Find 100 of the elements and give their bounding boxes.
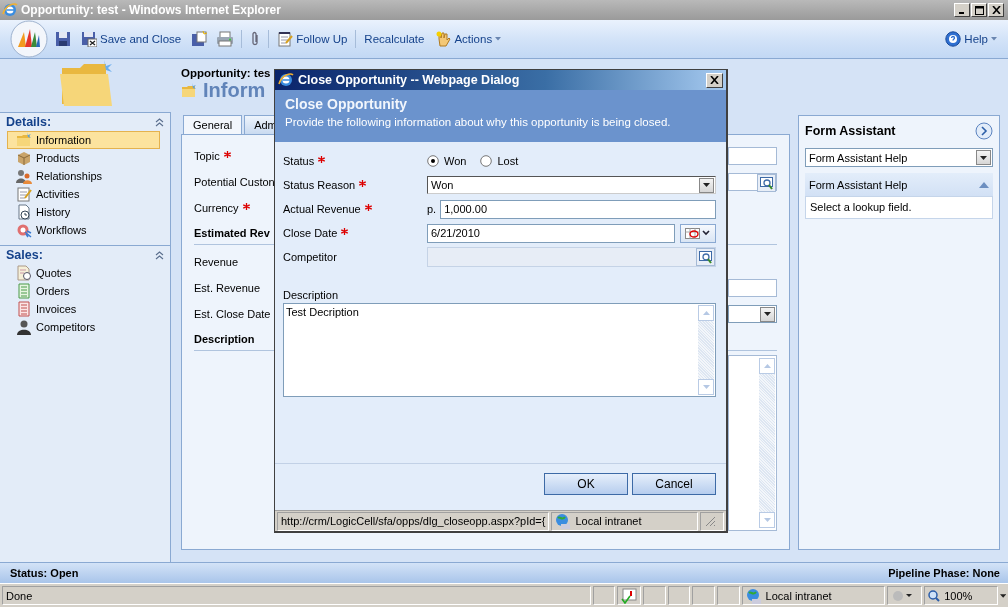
nav-item[interactable]: Orders bbox=[7, 282, 160, 300]
record-status: Status: Open bbox=[10, 567, 79, 579]
date-field[interactable] bbox=[728, 305, 777, 323]
security-icon bbox=[890, 589, 913, 602]
help-button[interactable]: Help bbox=[942, 29, 1000, 49]
box-icon bbox=[16, 150, 32, 166]
field-label: Close Date bbox=[283, 227, 338, 239]
browser-icon bbox=[2, 2, 18, 18]
collapse-button[interactable] bbox=[155, 250, 164, 260]
page-heading: Inform bbox=[203, 79, 266, 102]
dialog-button[interactable]: Cancel bbox=[632, 473, 716, 495]
field-label: Potential Custon bbox=[194, 176, 275, 188]
status-text: Done bbox=[2, 586, 591, 605]
toolbar-button[interactable]: Save and Close bbox=[78, 29, 185, 49]
field-label: Revenue bbox=[194, 256, 239, 268]
tab[interactable]: General bbox=[183, 115, 243, 134]
dropdown-button[interactable] bbox=[699, 177, 714, 193]
person-icon bbox=[16, 319, 32, 335]
save-button[interactable] bbox=[53, 29, 73, 49]
nav-item[interactable]: Products bbox=[7, 149, 160, 167]
window-title: Opportunity: test - Windows Internet Explorer bbox=[21, 3, 282, 17]
field-label: Status bbox=[283, 155, 315, 167]
zone-label: Local intranet bbox=[765, 589, 832, 602]
document-icon bbox=[16, 283, 32, 299]
popup-icon bbox=[621, 587, 638, 604]
lookup-field[interactable] bbox=[728, 173, 777, 191]
radio-button[interactable] bbox=[427, 155, 439, 167]
zoom-icon bbox=[928, 589, 941, 602]
magnifier-icon bbox=[759, 176, 774, 190]
save-close-icon bbox=[81, 31, 97, 47]
close-icon bbox=[991, 6, 1001, 14]
collapse-icon bbox=[979, 181, 989, 188]
radio-label: Won bbox=[444, 155, 467, 167]
dropdown-button[interactable] bbox=[976, 150, 991, 165]
nav-item[interactable]: Quotes bbox=[7, 264, 160, 282]
toolbar-button[interactable]: Actions bbox=[432, 29, 505, 49]
nav-item[interactable]: History bbox=[7, 203, 160, 221]
status-reason-select[interactable]: Won bbox=[427, 176, 716, 194]
save-new-button[interactable] bbox=[189, 29, 210, 49]
field-label: Actual Revenue bbox=[283, 203, 361, 215]
field-label: Competitor bbox=[283, 251, 337, 263]
minimize-button[interactable] bbox=[954, 3, 970, 17]
notepad-icon bbox=[16, 186, 32, 202]
close-icon bbox=[710, 76, 719, 84]
help-text: Select a lookup field. bbox=[805, 196, 993, 219]
expand-button[interactable] bbox=[975, 122, 993, 140]
nav-item[interactable]: Activities bbox=[7, 185, 160, 203]
save-icon bbox=[55, 31, 71, 47]
help-icon bbox=[945, 31, 962, 47]
nav-item[interactable]: Relationships bbox=[7, 167, 160, 185]
lookup-button[interactable] bbox=[757, 174, 776, 192]
calendar-button[interactable] bbox=[680, 223, 716, 243]
panel-title: Form Assistant bbox=[805, 124, 896, 138]
collapse-button[interactable] bbox=[155, 117, 164, 127]
field-label: Topic bbox=[194, 150, 220, 162]
hand-icon bbox=[435, 31, 452, 47]
caret-icon bbox=[764, 312, 771, 316]
globe-icon bbox=[745, 587, 762, 604]
maximize-button[interactable] bbox=[971, 3, 987, 17]
nav-item[interactable]: Competitors bbox=[7, 318, 160, 336]
date-field[interactable]: 6/21/2010 bbox=[427, 223, 675, 243]
radio-label: Lost bbox=[497, 155, 519, 167]
caret-icon bbox=[980, 155, 987, 160]
field-label: Est. Close Date bbox=[194, 308, 271, 320]
radio-button[interactable] bbox=[480, 155, 493, 167]
zone-label: Local intranet bbox=[575, 515, 642, 527]
folder-icon bbox=[181, 82, 197, 99]
nav-item[interactable]: Information bbox=[7, 131, 160, 149]
notepad-icon bbox=[277, 31, 294, 47]
browser-icon bbox=[278, 72, 294, 88]
input-field[interactable] bbox=[728, 147, 777, 165]
nav-item[interactable]: Workflows bbox=[7, 221, 160, 239]
input-field[interactable] bbox=[728, 279, 777, 297]
nav-item[interactable]: Invoices bbox=[7, 300, 160, 318]
assistant-select[interactable]: Form Assistant Help bbox=[805, 148, 993, 167]
document-clock-icon bbox=[16, 204, 32, 220]
caret-icon bbox=[495, 37, 502, 41]
nav-section-title: Sales: bbox=[6, 248, 43, 262]
field-label: Status Reason bbox=[283, 179, 356, 191]
description-field[interactable] bbox=[728, 355, 777, 531]
currency-symbol: p. bbox=[427, 203, 437, 215]
dialog-title: Close Opportunity -- Webpage Dialog bbox=[298, 73, 521, 87]
logo-icon bbox=[10, 20, 48, 58]
document-clock-icon bbox=[16, 265, 32, 281]
status-pane bbox=[643, 586, 666, 605]
printer-icon bbox=[216, 31, 235, 47]
status-pane bbox=[592, 586, 616, 605]
dropdown-button[interactable] bbox=[760, 306, 775, 322]
caret-icon bbox=[999, 593, 1006, 598]
close-button[interactable] bbox=[988, 3, 1004, 17]
document-icon bbox=[16, 301, 32, 317]
revenue-field[interactable]: 1,000.00 bbox=[440, 199, 716, 219]
zoom-control[interactable]: 100% bbox=[924, 586, 998, 605]
field-label: Currency bbox=[194, 202, 239, 214]
description-field[interactable]: Test Decription bbox=[283, 303, 716, 397]
close-button[interactable] bbox=[706, 72, 723, 88]
toolbar-button[interactable]: Recalculate bbox=[361, 31, 428, 47]
folder-icon bbox=[16, 132, 32, 148]
dialog-button[interactable]: OK bbox=[544, 473, 628, 495]
toolbar-button[interactable]: Follow Up bbox=[274, 29, 351, 49]
